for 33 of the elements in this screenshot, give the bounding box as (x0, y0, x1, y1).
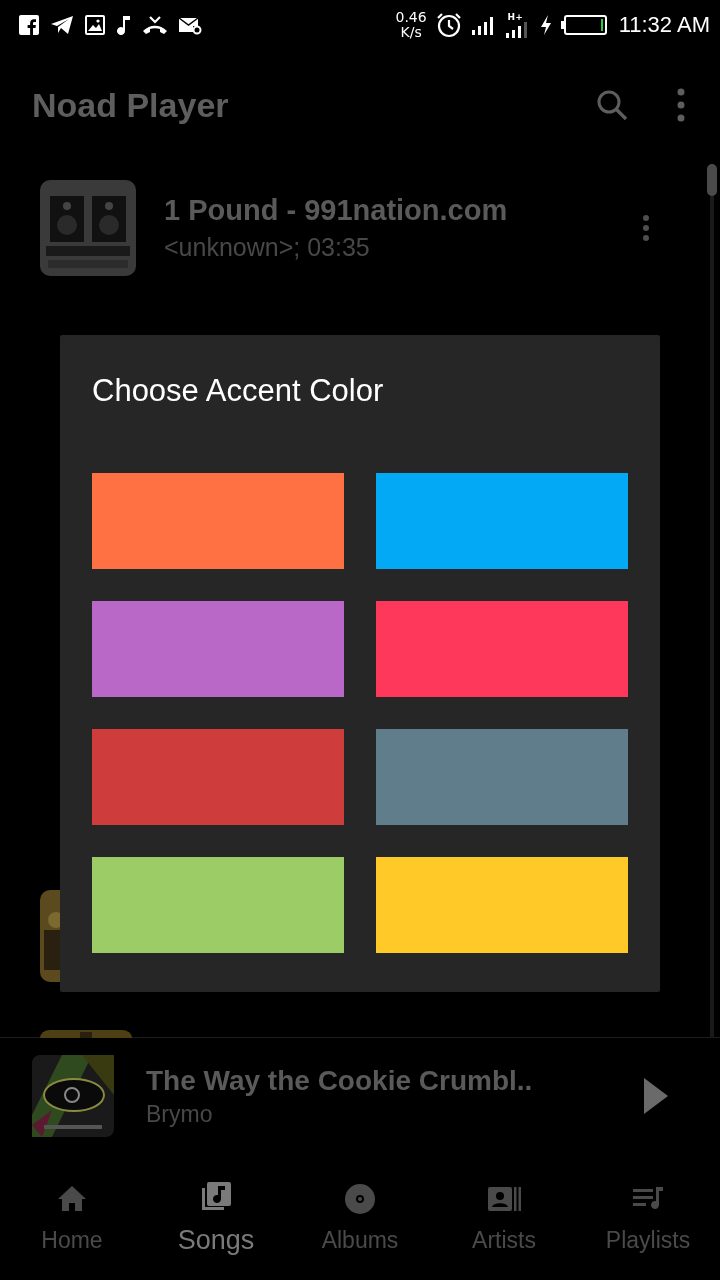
dialog-title: Choose Accent Color (92, 373, 385, 409)
facebook-icon (18, 14, 40, 36)
color-swatch[interactable] (92, 601, 344, 697)
network-speed-value: 0.46 (395, 10, 427, 25)
color-swatch[interactable] (92, 857, 344, 953)
color-swatch[interactable] (376, 729, 628, 825)
now-playing-title: The Way the Cookie Crumbl.. (146, 1064, 534, 1097)
color-swatch[interactable] (376, 473, 628, 569)
color-swatch[interactable] (376, 857, 628, 953)
song-details: <unknown>; 03:35 (164, 233, 371, 262)
song-title: 1 Pound - 991nation.com (164, 194, 509, 227)
nav-tab[interactable]: Playlists (576, 1154, 720, 1280)
music-note-icon (116, 14, 132, 36)
play-icon[interactable] (642, 1076, 670, 1116)
battery-icon (560, 14, 607, 36)
app-title: Noad Player (32, 85, 229, 125)
paper-plane-icon (50, 14, 74, 36)
missed-call-icon (142, 14, 168, 36)
nav-tab[interactable]: Artists (432, 1154, 576, 1280)
nav-tab[interactable]: Songs (144, 1154, 288, 1280)
now-playing-artist: Brymo (146, 1100, 214, 1128)
more-options-icon[interactable] (642, 214, 650, 242)
nav-tab[interactable]: Albums (288, 1154, 432, 1280)
image-icon (84, 14, 106, 36)
charging-icon (538, 14, 553, 36)
network-type-label: H+ (507, 12, 523, 22)
more-options-icon[interactable] (676, 88, 686, 122)
network-speed-unit: K/s (400, 25, 422, 40)
clock-time: 11:32 AM (618, 12, 710, 38)
color-swatch[interactable] (92, 473, 344, 569)
color-swatch[interactable] (92, 729, 344, 825)
nav-tab[interactable]: Home (0, 1154, 144, 1280)
color-swatch[interactable] (376, 601, 628, 697)
